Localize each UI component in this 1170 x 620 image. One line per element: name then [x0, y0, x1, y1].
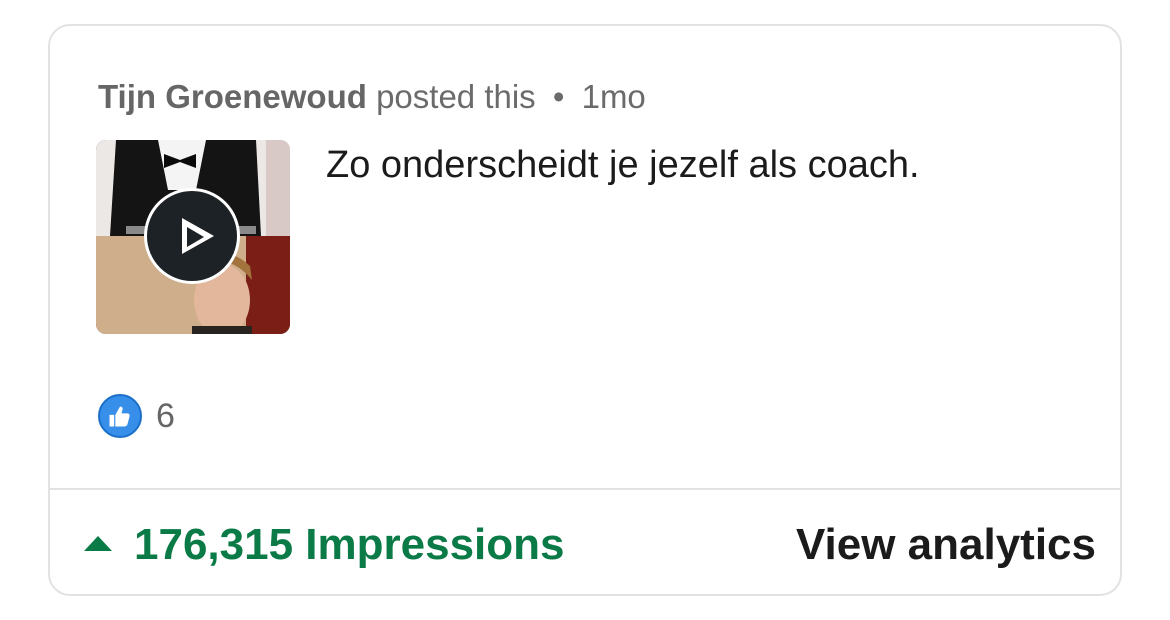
post-header: Tijn Groenewoud posted this • 1mo — [98, 78, 646, 116]
card-footer: 176,315 Impressions View analytics — [50, 490, 1120, 594]
post-text[interactable]: Zo onderscheidt je jezelf als coach. — [326, 144, 920, 187]
impressions-stat[interactable]: 176,315 Impressions — [84, 520, 564, 570]
author-name[interactable]: Tijn Groenewoud — [98, 78, 367, 115]
impressions-label: 176,315 Impressions — [134, 520, 565, 569]
like-icon — [98, 394, 142, 438]
video-thumbnail[interactable] — [96, 140, 290, 334]
post-action: posted this — [376, 78, 536, 115]
play-icon[interactable] — [144, 188, 240, 284]
post-analytics-card[interactable]: Tijn Groenewoud posted this • 1mo Zo ond… — [48, 24, 1122, 596]
separator-dot: • — [552, 78, 565, 115]
reactions-summary[interactable]: 6 — [98, 394, 175, 438]
up-arrow-icon — [84, 535, 112, 551]
view-analytics-button[interactable]: View analytics — [796, 520, 1096, 570]
post-time: 1mo — [581, 78, 646, 115]
reaction-count: 6 — [156, 396, 175, 435]
